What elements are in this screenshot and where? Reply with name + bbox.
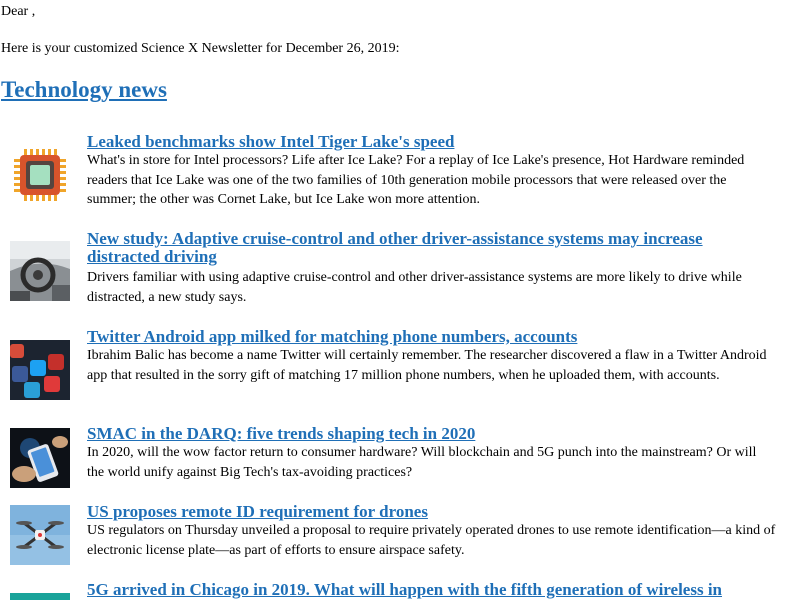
article-title-link[interactable]: Leaked benchmarks show Intel Tiger Lake'… — [87, 133, 777, 151]
5g-photo[interactable] — [10, 593, 70, 600]
social-app-icons-photo[interactable] — [10, 340, 70, 400]
article-title-link[interactable]: SMAC in the DARQ: five trends shaping te… — [87, 425, 777, 443]
article-title-link[interactable]: 5G arrived in Chicago in 2019. What will… — [87, 581, 777, 599]
article-summary: Ibrahim Balic has become a name Twitter … — [87, 348, 767, 383]
article-title-link[interactable]: New study: Adaptive cruise-control and o… — [87, 230, 777, 266]
article-summary: What's in store for Intel processors? Li… — [87, 153, 745, 207]
article-summary: Drivers familiar with using adaptive cru… — [87, 270, 742, 305]
hand-smartphone-photo[interactable] — [10, 428, 70, 488]
car-dashboard-photo[interactable] — [10, 241, 70, 301]
greeting: Dear , — [1, 4, 36, 19]
section-title-technology-news[interactable]: Technology news — [1, 76, 167, 104]
article-summary: In 2020, will the wow factor return to c… — [87, 445, 757, 480]
article-title-link[interactable]: Twitter Android app milked for matching … — [87, 328, 777, 346]
newsletter-intro: Here is your customized Science X Newsle… — [1, 41, 400, 56]
cpu-chip-icon[interactable] — [10, 145, 70, 205]
article-title-link[interactable]: US proposes remote ID requirement for dr… — [87, 503, 777, 521]
drone-photo[interactable] — [10, 505, 70, 565]
article-summary: US regulators on Thursday unveiled a pro… — [87, 523, 776, 558]
